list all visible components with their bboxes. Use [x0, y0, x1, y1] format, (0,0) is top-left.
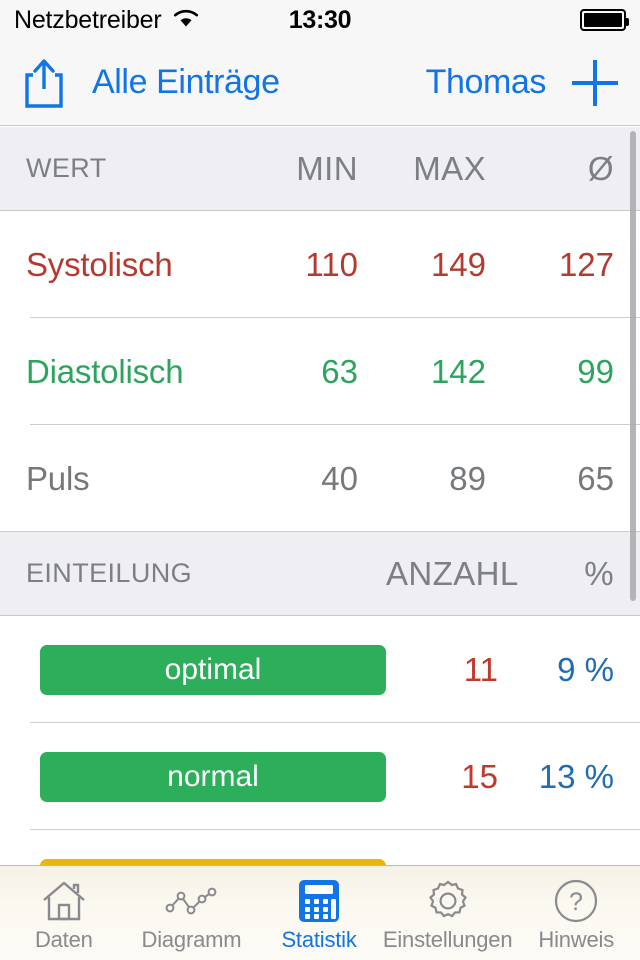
status-bar-right	[580, 9, 629, 31]
distribution-header-label: EINTEILUNG	[26, 558, 193, 588]
profile-button[interactable]: Thomas	[426, 63, 547, 102]
row-label-systolic: Systolisch	[26, 245, 173, 283]
carrier-label: Netzbetreiber	[14, 5, 162, 34]
line-chart-icon	[165, 878, 217, 924]
distribution-header-columns: ANZAHL %	[386, 555, 614, 593]
tab-diagramm[interactable]: Diagramm	[128, 866, 256, 960]
navigation-bar-left: Alle Einträge	[22, 57, 280, 109]
diastolic-avg: 99	[577, 352, 614, 390]
systolic-max: 149	[430, 245, 486, 283]
tab-label-daten: Daten	[34, 926, 93, 952]
share-icon[interactable]	[22, 57, 66, 109]
stats-header-avg: Ø	[587, 149, 614, 187]
systolic-min: 110	[305, 245, 358, 283]
pulse-min: 40	[321, 459, 358, 497]
normal-percent: 13 %	[538, 757, 614, 795]
row-values: 11 9 %	[386, 651, 614, 689]
plus-icon[interactable]	[572, 59, 618, 106]
table-row[interactable]: Diastolisch 63 142 99	[0, 318, 640, 425]
row-values: 15 13 %	[386, 758, 614, 796]
tab-daten[interactable]: Daten	[0, 866, 128, 960]
stats-header-max: MAX	[413, 149, 486, 187]
stats-section-header: WERT MIN MAX Ø	[0, 127, 640, 211]
tab-label-statistik: Statistik	[281, 926, 357, 952]
pulse-max: 89	[449, 459, 486, 497]
optimal-count: 11	[463, 650, 498, 688]
question-mark-circle-icon: ?	[553, 878, 599, 924]
table-row[interactable]: Systolisch 110 149 127	[0, 211, 640, 318]
stats-header-label: WERT	[26, 153, 107, 183]
vertical-scrollbar[interactable]	[630, 131, 636, 601]
wifi-icon	[171, 7, 201, 34]
statistics-scroll-view[interactable]: WERT MIN MAX Ø Systolisch 110 149 127 Di…	[0, 127, 640, 865]
house-icon	[41, 878, 87, 924]
tab-einstellungen[interactable]: Einstellungen	[383, 866, 513, 960]
pulse-avg: 65	[577, 459, 614, 497]
tab-label-hinweis: Hinweis	[538, 926, 614, 952]
table-row[interactable]: normal 15 13 %	[0, 723, 640, 830]
table-row[interactable]: Puls 40 89 65	[0, 425, 640, 532]
all-entries-button[interactable]: Alle Einträge	[92, 63, 280, 102]
calculator-icon	[297, 878, 341, 924]
distribution-header-count: ANZAHL	[386, 554, 519, 592]
row-label-pulse: Puls	[26, 459, 90, 497]
table-row[interactable]: hochnormal 19 19 %	[0, 830, 640, 865]
row-values: 110 149 127	[242, 246, 614, 284]
row-label-diastolic: Diastolisch	[26, 352, 184, 390]
optimal-percent: 9 %	[557, 650, 614, 688]
diastolic-min: 63	[321, 352, 358, 390]
tab-label-diagramm: Diagramm	[141, 926, 242, 952]
status-bar-left: Netzbetreiber	[14, 6, 201, 35]
svg-text:?: ?	[569, 888, 583, 916]
navigation-bar: Alle Einträge Thomas	[0, 40, 640, 126]
distribution-section-header: EINTEILUNG ANZAHL %	[0, 532, 640, 616]
diastolic-max: 142	[430, 352, 486, 390]
tab-bar: Daten Diagramm Statistik Einstellungen ?…	[0, 865, 640, 960]
navigation-bar-right: Thomas	[426, 59, 618, 106]
row-values: 40 89 65	[242, 460, 614, 498]
table-row[interactable]: optimal 11 9 %	[0, 616, 640, 723]
category-pill: normal	[40, 751, 386, 802]
tab-statistik[interactable]: Statistik	[255, 866, 383, 960]
row-values: 63 142 99	[242, 353, 614, 391]
systolic-avg: 127	[558, 245, 614, 283]
distribution-header-percent: %	[584, 554, 614, 592]
stats-header-min: MIN	[296, 149, 358, 187]
battery-full-icon	[580, 9, 629, 31]
category-pill: optimal	[40, 644, 386, 695]
tab-label-einstellungen: Einstellungen	[382, 926, 513, 952]
stats-header-columns: MIN MAX Ø	[242, 150, 614, 188]
status-bar: Netzbetreiber 13:30	[0, 0, 640, 40]
gear-icon	[425, 878, 471, 924]
normal-count: 15	[461, 757, 498, 795]
tab-hinweis[interactable]: ? Hinweis	[512, 866, 640, 960]
